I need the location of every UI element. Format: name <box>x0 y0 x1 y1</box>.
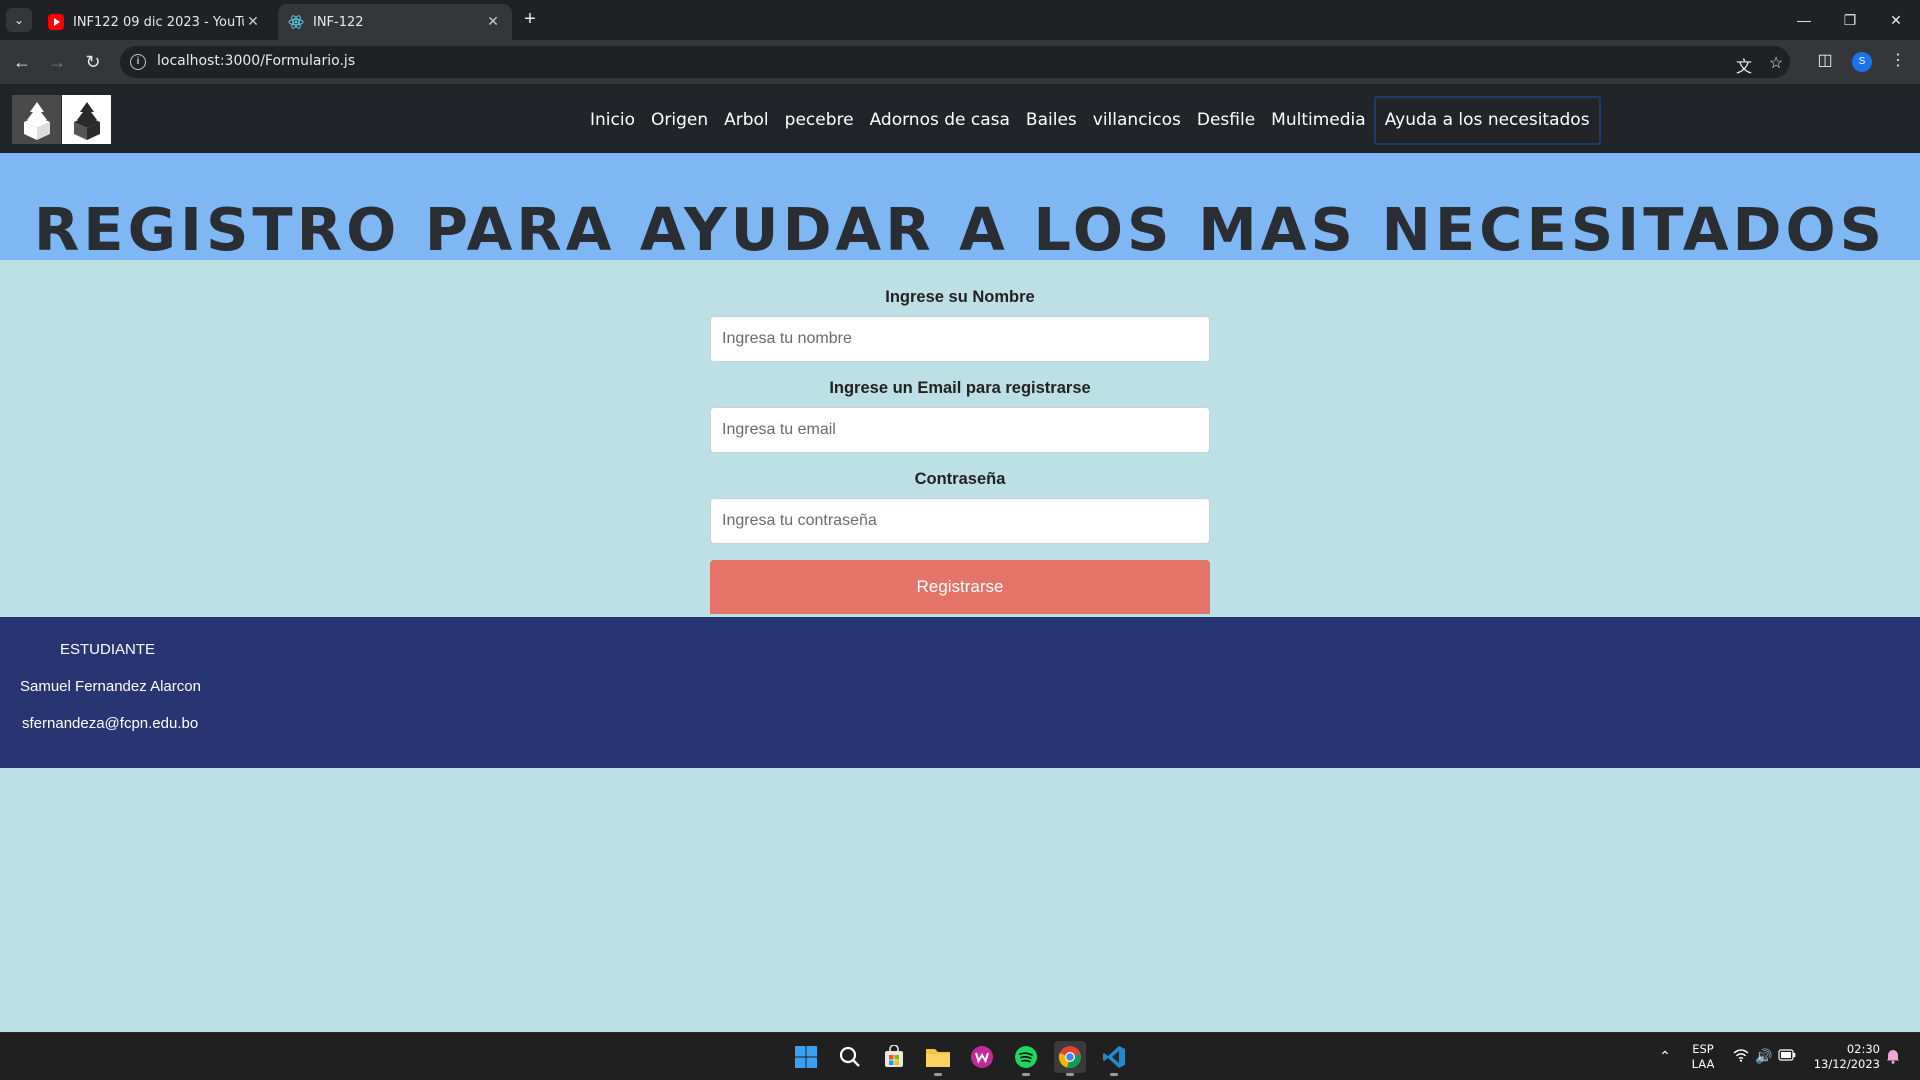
windows-start-icon[interactable] <box>790 1041 822 1073</box>
web-page: Inicio Origen Arbol pecebre Adornos de c… <box>0 84 1920 1032</box>
tab-search-chevron-icon[interactable]: ⌄ <box>6 8 32 32</box>
volume-icon[interactable]: 🔊 <box>1754 1048 1774 1065</box>
tab-title: INF-122 <box>313 14 364 30</box>
tree-box-logo-icon[interactable] <box>62 95 111 144</box>
clock-date: 13/12/2023 <box>1813 1057 1880 1071</box>
nav-link-adornos-de-casa[interactable]: Adornos de casa <box>862 98 1018 143</box>
forward-icon[interactable]: → <box>43 48 71 76</box>
hero-banner: REGISTRO PARA AYUDAR A LOS MAS NECESITAD… <box>0 153 1920 260</box>
restore-icon[interactable]: ❐ <box>1830 6 1870 34</box>
browser-tab-bar: ⌄ INF122 09 dic 2023 - YouTube ✕ INF-122… <box>0 0 1920 40</box>
clock[interactable]: 02:30 13/12/2023 <box>1800 1042 1880 1072</box>
password-label: Contraseña <box>914 470 1006 488</box>
footer-student-email: sfernandeza@fcpn.edu.bo <box>22 715 199 732</box>
nav-link-desfile[interactable]: Desfile <box>1189 98 1263 143</box>
email-label: Ingrese un Email para registrarse <box>829 379 1091 397</box>
side-panel-icon[interactable]: ◫ <box>1813 50 1837 70</box>
language-bottom: LAA <box>1691 1057 1715 1071</box>
nav-link-multimedia[interactable]: Multimedia <box>1263 98 1374 143</box>
address-bar[interactable]: i localhost:3000/Formulario.js 文 ☆ <box>120 46 1790 78</box>
name-label: Ingrese su Nombre <box>885 288 1035 306</box>
nav-link-origen[interactable]: Origen <box>643 98 716 143</box>
tab-title: INF122 09 dic 2023 - YouTube <box>73 14 244 30</box>
new-tab-icon[interactable]: + <box>518 8 542 32</box>
page-title: REGISTRO PARA AYUDAR A LOS MAS NECESITAD… <box>33 195 1887 260</box>
menu-kebab-icon[interactable]: ⋮ <box>1886 50 1910 70</box>
language-indicator[interactable]: ESP LAA <box>1688 1042 1718 1072</box>
tab-inf-122[interactable]: INF-122 ✕ <box>278 4 512 40</box>
site-footer: ESTUDIANTE Samuel Fernandez Alarcon sfer… <box>0 617 1920 768</box>
nav-link-inicio[interactable]: Inicio <box>582 98 643 143</box>
email-input[interactable] <box>710 407 1210 453</box>
url-text[interactable]: localhost:3000/Formulario.js <box>157 53 355 69</box>
chevron-up-icon[interactable]: ⌃ <box>1655 1048 1675 1065</box>
nav-link-bailes[interactable]: Bailes <box>1018 98 1085 143</box>
chrome-icon[interactable] <box>1054 1041 1086 1076</box>
site-info-icon[interactable]: i <box>130 54 146 70</box>
microsoft-store-icon[interactable] <box>878 1041 910 1073</box>
nav-link-pecebre[interactable]: pecebre <box>777 98 862 143</box>
app-icon[interactable] <box>966 1041 998 1073</box>
register-button[interactable]: Registrarse <box>710 560 1210 614</box>
nav-links: Inicio Origen Arbol pecebre Adornos de c… <box>582 96 1601 145</box>
name-input[interactable] <box>710 316 1210 362</box>
language-top: ESP <box>1692 1042 1714 1056</box>
nav-link-arbol[interactable]: Arbol <box>716 98 777 143</box>
back-icon[interactable]: ← <box>8 48 36 76</box>
footer-heading: ESTUDIANTE <box>60 641 156 658</box>
reload-icon[interactable]: ↻ <box>79 48 107 76</box>
footer-student-name: Samuel Fernandez Alarcon <box>20 678 201 695</box>
tree-logo-icon[interactable] <box>12 95 61 144</box>
nav-link-villancicos[interactable]: villancicos <box>1085 98 1189 143</box>
minimize-icon[interactable]: — <box>1784 6 1824 34</box>
tab-youtube[interactable]: INF122 09 dic 2023 - YouTube ✕ <box>38 4 272 40</box>
browser-toolbar: ← → ↻ i localhost:3000/Formulario.js 文 ☆… <box>0 40 1920 84</box>
notification-bell-icon[interactable] <box>1883 1048 1903 1067</box>
youtube-icon <box>48 14 64 30</box>
site-navbar: Inicio Origen Arbol pecebre Adornos de c… <box>0 84 1920 153</box>
battery-icon[interactable] <box>1777 1048 1797 1064</box>
close-tab-icon[interactable]: ✕ <box>244 14 262 30</box>
wifi-icon[interactable] <box>1731 1048 1751 1065</box>
close-tab-icon[interactable]: ✕ <box>484 14 502 30</box>
password-input[interactable] <box>710 498 1210 544</box>
close-window-icon[interactable]: ✕ <box>1876 6 1916 34</box>
nav-link-ayuda-a-los-necesitados[interactable]: Ayuda a los necesitados <box>1373 96 1601 145</box>
file-explorer-icon[interactable] <box>922 1041 954 1076</box>
registration-form: Ingrese su Nombre Ingrese un Email para … <box>710 287 1210 614</box>
search-icon[interactable] <box>834 1041 866 1073</box>
bookmark-star-icon[interactable]: ☆ <box>1765 53 1787 73</box>
profile-avatar[interactable]: S <box>1852 52 1872 72</box>
vscode-icon[interactable] <box>1098 1041 1130 1076</box>
react-icon <box>288 14 304 30</box>
spotify-icon[interactable] <box>1010 1041 1042 1076</box>
clock-time: 02:30 <box>1846 1042 1880 1056</box>
windows-taskbar: ⌃ ESP LAA 🔊 02:30 13/12/2023 <box>0 1032 1920 1080</box>
translate-icon[interactable]: 文 <box>1733 53 1755 77</box>
